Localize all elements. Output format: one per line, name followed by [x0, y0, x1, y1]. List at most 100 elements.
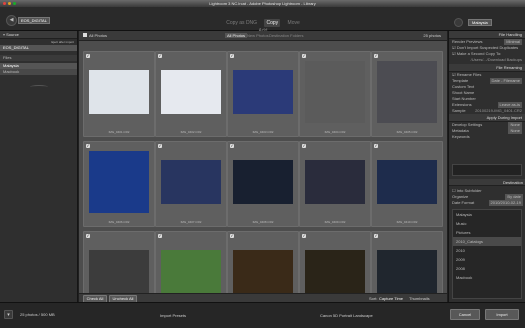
- photo-checkbox[interactable]: ✓: [302, 234, 306, 238]
- photo-thumbnail[interactable]: [161, 160, 221, 204]
- destination-folder-item[interactable]: Malaysia: [453, 210, 521, 219]
- photo-cell[interactable]: ✓ IMG_0401.CR2: [83, 51, 155, 137]
- photo-thumbnail[interactable]: [233, 70, 293, 114]
- photo-cell[interactable]: ✓ IMG_0408.CR2: [227, 141, 299, 227]
- photo-thumbnail[interactable]: [233, 160, 293, 204]
- shoot-name-label: Shoot Name: [452, 90, 475, 95]
- template-select[interactable]: Date - Filename: [489, 78, 522, 84]
- photo-cell[interactable]: ✓ IMG_0402.CR2: [155, 51, 227, 137]
- import-button[interactable]: Import: [485, 309, 519, 320]
- apply-title: Apply During Import: [486, 115, 522, 120]
- destination-folder-item[interactable]: Pictures: [453, 228, 521, 237]
- photo-cell[interactable]: ✓ IMG_0409.CR2: [299, 141, 371, 227]
- photo-thumbnail[interactable]: [233, 250, 293, 294]
- keywords-field[interactable]: [452, 164, 522, 176]
- photo-checkbox[interactable]: ✓: [86, 144, 90, 148]
- template-label: Template: [452, 78, 469, 83]
- folder-item-macbook[interactable]: Macbook: [0, 69, 77, 75]
- photo-thumbnail[interactable]: [377, 61, 437, 123]
- import-presets-left[interactable]: Import Presets: [160, 313, 186, 318]
- photo-cell[interactable]: ✓ IMG_0410.CR2: [371, 141, 443, 227]
- tab-all-photos[interactable]: All Photos: [225, 33, 248, 38]
- dupes-label: Don't Import Suspected Duplicates: [456, 45, 519, 50]
- date-format-row: Date Format 2010/2010-02-19: [449, 200, 525, 206]
- zoom-window-icon[interactable]: [13, 2, 16, 5]
- source-label: EOS_DIGITAL: [18, 17, 50, 24]
- photo-thumbnail[interactable]: [377, 160, 437, 204]
- keywords-row: Keywords: [449, 134, 525, 140]
- photo-checkbox[interactable]: ✓: [86, 234, 90, 238]
- file-handling-header[interactable]: File Handling: [449, 31, 525, 39]
- photo-cell[interactable]: ✓ IMG_0404.CR2: [299, 51, 371, 137]
- photo-checkbox[interactable]: ✓: [302, 54, 306, 58]
- photo-checkbox[interactable]: ✓: [374, 54, 378, 58]
- destination-folder-item[interactable]: 2009: [453, 255, 521, 264]
- photo-checkbox[interactable]: ✓: [158, 54, 162, 58]
- device-label: EOS_DIGITAL: [3, 45, 29, 50]
- files-header[interactable]: Files: [0, 55, 77, 61]
- minimize-window-icon[interactable]: [8, 2, 11, 5]
- destination-selector[interactable]: Malaysia: [452, 17, 522, 27]
- source-panel-title: Source: [6, 32, 19, 37]
- date-format-label: Date Format: [452, 200, 475, 205]
- apply-during-import-header[interactable]: Apply During Import: [449, 114, 525, 122]
- tab-destination-folders[interactable]: Destination Folders: [269, 33, 303, 38]
- start-number-label: Start Number: [452, 96, 476, 101]
- destination-folder-item[interactable]: 2010_Catalogs: [453, 237, 521, 246]
- photo-filename: IMG_0403.CR2: [252, 130, 274, 134]
- photo-checkbox[interactable]: ✓: [230, 234, 234, 238]
- close-window-icon[interactable]: [3, 2, 6, 5]
- photo-filename: IMG_0404.CR2: [324, 130, 346, 134]
- device-item[interactable]: EOS_DIGITAL: [0, 45, 77, 51]
- photo-checkbox[interactable]: ✓: [158, 144, 162, 148]
- file-renaming-title: File Renaming: [496, 65, 522, 70]
- photo-thumbnail[interactable]: [305, 160, 365, 204]
- tab-copy-as-dng[interactable]: Copy as DNG: [224, 19, 259, 27]
- select-all-checkbox[interactable]: [83, 33, 87, 37]
- tab-move[interactable]: Move: [286, 19, 302, 27]
- photo-thumbnail[interactable]: [305, 61, 365, 123]
- photo-checkbox[interactable]: ✓: [230, 144, 234, 148]
- destination-folder-item[interactable]: 2010: [453, 246, 521, 255]
- photo-checkbox[interactable]: ✓: [374, 144, 378, 148]
- photo-thumbnail[interactable]: [89, 70, 149, 114]
- photo-checkbox[interactable]: ✓: [302, 144, 306, 148]
- filter-label: All Photos: [89, 33, 108, 38]
- destination-folder-item[interactable]: 2008: [453, 264, 521, 273]
- cancel-button[interactable]: Cancel: [450, 309, 480, 320]
- photo-checkbox[interactable]: ✓: [374, 234, 378, 238]
- photo-thumbnail[interactable]: [305, 250, 365, 294]
- metadata-select[interactable]: None: [508, 128, 522, 134]
- photo-checkbox[interactable]: ✓: [230, 54, 234, 58]
- photo-cell[interactable]: ✓ IMG_0405.CR2: [371, 51, 443, 137]
- photo-cell[interactable]: ✓ IMG_0407.CR2: [155, 141, 227, 227]
- tab-new-photos[interactable]: New Photos: [247, 33, 269, 38]
- photo-checkbox[interactable]: ✓: [158, 234, 162, 238]
- photo-thumbnail[interactable]: [161, 250, 221, 294]
- destination-header[interactable]: Destination: [449, 179, 525, 186]
- photo-thumbnail[interactable]: [89, 250, 149, 294]
- collapse-toggle-icon[interactable]: ▾: [4, 310, 13, 319]
- destination-folder-item[interactable]: Music: [453, 219, 521, 228]
- tab-copy[interactable]: Copy: [264, 19, 281, 27]
- photo-cell[interactable]: ✓ IMG_0403.CR2: [227, 51, 299, 137]
- photo-thumbnail[interactable]: [89, 151, 149, 213]
- photo-thumbnail[interactable]: [377, 250, 437, 294]
- photo-thumbnail[interactable]: [161, 70, 221, 114]
- panel-end-ornament: [30, 85, 48, 89]
- source-panel: ▾ Source Eject after import EOS_DIGITAL …: [0, 31, 78, 302]
- file-renaming-header[interactable]: File Renaming: [449, 64, 525, 72]
- import-presets-right[interactable]: Canon 5D Portrait Landscape: [320, 313, 373, 318]
- sort-select[interactable]: Capture Time: [379, 296, 403, 301]
- photo-cell[interactable]: ✓ IMG_0406.CR2: [83, 141, 155, 227]
- source-panel-header[interactable]: ▾ Source: [0, 31, 77, 39]
- date-format-select[interactable]: 2010/2010-02-19: [488, 200, 523, 206]
- custom-text-label: Custom Text: [452, 84, 475, 89]
- source-selector[interactable]: ◀ EOS_DIGITAL: [4, 15, 50, 26]
- photo-checkbox[interactable]: ✓: [86, 54, 90, 58]
- extensions-label: Extensions: [452, 102, 472, 107]
- destination-arrow-icon: [454, 18, 463, 27]
- second-copy-path[interactable]: /Users/.../Download Backups: [449, 57, 525, 63]
- photo-count: 25 photos: [423, 33, 441, 38]
- destination-folder-item[interactable]: Macbook: [453, 273, 521, 282]
